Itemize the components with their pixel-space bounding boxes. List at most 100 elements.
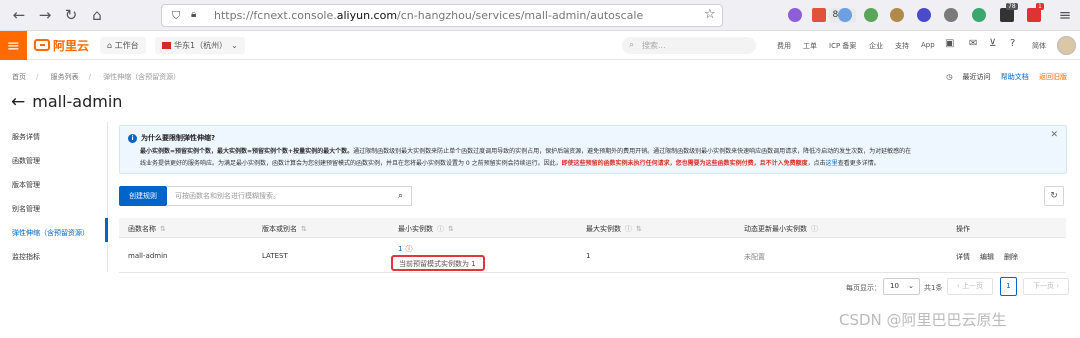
- chevron-right-icon: ›: [1053, 282, 1060, 290]
- extension-icon[interactable]: [864, 8, 878, 22]
- recent-visits-link[interactable]: ◷ 最近访问: [938, 73, 990, 81]
- message-icon[interactable]: ✉: [969, 38, 977, 49]
- column-header-max[interactable]: 最大实例数 ⓘ ⇅: [586, 224, 642, 234]
- warning-icon[interactable]: ⓘ: [405, 245, 412, 253]
- cart-icon[interactable]: ⊻: [989, 38, 996, 49]
- extension-icon[interactable]: [972, 8, 986, 22]
- avatar[interactable]: [1057, 36, 1076, 55]
- help-icon[interactable]: ?: [1010, 38, 1015, 49]
- function-search-input[interactable]: 可按函数名和别名进行模糊搜索。 ⌕: [167, 186, 412, 206]
- language-switch[interactable]: 简体: [1032, 41, 1046, 51]
- per-page-value: 10: [890, 282, 899, 290]
- next-label: 下一页: [1032, 282, 1054, 290]
- notice-details-link[interactable]: 这里: [826, 160, 838, 167]
- column-header-min[interactable]: 最小实例数 ⓘ ⇅: [398, 224, 454, 234]
- extension-icon[interactable]: [944, 8, 958, 22]
- sort-icon[interactable]: ⇅: [636, 225, 642, 233]
- min-instances-value: 1: [398, 245, 403, 253]
- per-page-label: 每页显示：: [846, 284, 881, 292]
- sidebar-item-monitoring[interactable]: 监控指标: [12, 252, 40, 262]
- per-page-select[interactable]: 10 ⌄: [883, 278, 920, 295]
- create-rule-button[interactable]: 创建规则: [119, 186, 167, 206]
- lock-icon[interactable]: 🔒︎: [191, 9, 196, 20]
- logo-text: 阿里云: [53, 39, 90, 53]
- hamburger-menu-icon[interactable]: ≡: [0, 31, 27, 60]
- menu-support[interactable]: 支持: [895, 41, 909, 51]
- sort-icon[interactable]: ⇅: [301, 225, 307, 233]
- column-header-dynamic[interactable]: 动态更新最小实例数 ⓘ: [744, 224, 818, 234]
- menu-app[interactable]: App: [921, 41, 935, 49]
- sort-icon[interactable]: ⇅: [448, 225, 454, 233]
- details-link[interactable]: 详情: [956, 252, 970, 262]
- extension-icon[interactable]: [812, 8, 826, 22]
- address-bar[interactable]: ⛉ 🔒︎ https://fcnext.console.aliyun.com/c…: [161, 4, 856, 27]
- help-icon[interactable]: ⓘ: [437, 225, 444, 233]
- shield-icon[interactable]: ⛉: [172, 9, 180, 23]
- help-icon[interactable]: ⓘ: [625, 225, 632, 233]
- help-icon[interactable]: ⓘ: [811, 225, 818, 233]
- extension-icon[interactable]: [1027, 8, 1041, 22]
- aliyun-logo[interactable]: 阿里云: [34, 37, 89, 53]
- watermark: CSDN @阿里巴巴云原生: [839, 311, 1007, 329]
- column-header-version[interactable]: 版本或别名 ⇅: [262, 224, 307, 234]
- home-icon[interactable]: ⌂: [88, 6, 106, 24]
- sort-icon[interactable]: ⇅: [160, 225, 166, 233]
- region-selector[interactable]: 华东1（杭州） ⌄: [155, 37, 245, 54]
- header-label: 函数名称: [128, 225, 156, 233]
- notice-definition: 最小实例数=预留实例个数，最大实例数=预留实例个数+按量实例的最大个数。: [140, 148, 354, 155]
- console-search-input[interactable]: ⌕ 搜索...: [622, 37, 756, 54]
- refresh-icon[interactable]: ↻: [1044, 186, 1064, 206]
- edit-link[interactable]: 编辑: [980, 252, 994, 262]
- console-topnav: ≡ 阿里云 ⌂ 工作台 华东1（杭州） ⌄ ⌕ 搜索... 费用 工单 ICP 备案…: [0, 31, 1080, 60]
- bookmark-star-icon[interactable]: ☆: [704, 7, 716, 22]
- column-header-function[interactable]: 函数名称 ⇅: [128, 224, 166, 234]
- cell-function-name: mall-admin: [128, 252, 168, 260]
- menu-fees[interactable]: 费用: [777, 41, 791, 51]
- page-1-button[interactable]: 1: [1000, 277, 1017, 296]
- search-icon[interactable]: ⌕: [398, 187, 403, 205]
- back-arrow-icon[interactable]: ←: [10, 6, 28, 24]
- cell-dynamic-min: 未配置: [744, 253, 765, 261]
- url-text: https://fcnext.console.aliyun.com/cn-han…: [214, 9, 644, 22]
- breadcrumb-current: 弹性伸缩（含预留资源）: [103, 73, 181, 81]
- back-arrow-icon[interactable]: ←: [11, 92, 25, 112]
- prev-page-button[interactable]: ‹ 上一页: [947, 278, 993, 295]
- help-docs-link[interactable]: 帮助文档: [1001, 73, 1029, 81]
- reload-icon[interactable]: ↻: [62, 6, 80, 24]
- menu-icp[interactable]: ICP 备案: [829, 41, 856, 51]
- menu-enterprise[interactable]: 企业: [869, 41, 883, 51]
- next-page-button[interactable]: 下一页 ›: [1023, 278, 1069, 295]
- pocket-icon[interactable]: [788, 8, 802, 22]
- extension-icon[interactable]: [890, 8, 904, 22]
- sidebar-item-aliases[interactable]: 别名管理: [12, 204, 40, 214]
- breadcrumb-services[interactable]: 服务列表: [51, 73, 79, 81]
- header-label: 最大实例数: [586, 225, 621, 233]
- delete-link[interactable]: 删除: [1004, 252, 1018, 262]
- forward-arrow-icon[interactable]: →: [36, 6, 54, 24]
- extension-badge: 1: [1036, 3, 1044, 10]
- extension-icon[interactable]: [917, 8, 931, 22]
- cloud-shell-icon[interactable]: ▣: [945, 38, 954, 49]
- highlight-box: [391, 255, 485, 271]
- notice-text: 线业务提供更好的服务响应。为满足最小实例数，函数计算会为您创建预留模式的函数实例…: [140, 160, 562, 167]
- menu-tickets[interactable]: 工单: [803, 41, 817, 51]
- page-header: ← mall-admin: [11, 92, 122, 112]
- china-flag-icon: [162, 42, 171, 49]
- sidebar-item-functions[interactable]: 函数管理: [12, 156, 40, 166]
- return-old-version-link[interactable]: 返回旧版: [1039, 73, 1067, 81]
- notice-line-2: 线业务提供更好的服务响应。为满足最小实例数，函数计算会为您创建预留模式的函数实例…: [140, 158, 880, 167]
- table-row: mall-admin LATEST 1 ⓘ 当前预留模式实例数为 1 1 未配置 …: [119, 238, 1066, 273]
- notice-text: 查看更多详情。: [837, 160, 880, 167]
- sidebar-item-versions[interactable]: 版本管理: [12, 180, 40, 190]
- close-icon[interactable]: ✕: [1050, 130, 1058, 140]
- extension-icon[interactable]: [838, 8, 852, 22]
- menu-icon[interactable]: ≡: [1056, 6, 1074, 24]
- search-icon: ⌕: [629, 40, 635, 50]
- extension-icon[interactable]: [1000, 8, 1014, 22]
- info-icon: i: [128, 134, 137, 143]
- workbench-button[interactable]: ⌂ 工作台: [100, 37, 146, 54]
- breadcrumb-home[interactable]: 首页: [12, 73, 26, 81]
- region-label: 华东1（杭州）: [174, 41, 228, 50]
- sidebar-item-service-details[interactable]: 服务详情: [12, 132, 40, 142]
- sidebar-item-autoscale[interactable]: 弹性伸缩（含预留资源）: [12, 228, 89, 238]
